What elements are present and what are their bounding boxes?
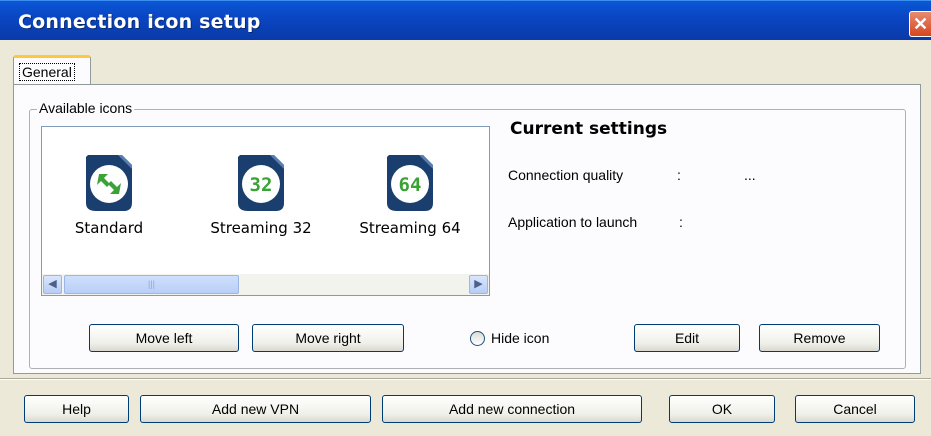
footer-separator <box>0 378 931 380</box>
icon-label: Standard <box>74 219 144 237</box>
window-title: Connection icon setup <box>18 11 261 33</box>
horizontal-scrollbar[interactable]: ◀ ||| ▶ <box>42 274 489 295</box>
icon-label: Streaming 64 <box>359 219 461 237</box>
application-to-launch-label: Application to launch <box>508 214 638 230</box>
connection-quality-colon: : <box>677 167 681 183</box>
move-right-button[interactable]: Move right <box>252 324 404 352</box>
ok-button[interactable]: OK <box>669 395 775 423</box>
connection-quality-value: ... <box>744 167 756 183</box>
application-to-launch-colon: : <box>679 214 683 230</box>
hide-icon-radio[interactable] <box>470 331 485 346</box>
chevron-right-icon: ▶ <box>474 278 483 290</box>
icon-label: Streaming 32 <box>210 219 312 237</box>
icon-item-streaming-32[interactable]: 32 Streaming 32 <box>202 153 320 237</box>
icon-item-standard[interactable]: Standard <box>64 153 154 237</box>
scroll-right-button[interactable]: ▶ <box>469 275 488 294</box>
cancel-button[interactable]: Cancel <box>795 395 915 423</box>
streaming-32-icon: 32 <box>236 153 286 213</box>
icons-list[interactable]: Standard 32 Streaming 32 64 Streaming 64… <box>41 126 490 296</box>
close-icon: ✕ <box>912 14 929 34</box>
remove-button[interactable]: Remove <box>759 324 880 352</box>
edit-button[interactable]: Edit <box>634 324 740 352</box>
available-icons-label: Available icons <box>37 100 135 116</box>
double-arrow-icon <box>84 153 134 213</box>
current-settings-title: Current settings <box>510 119 668 139</box>
close-button[interactable]: ✕ <box>909 11 931 37</box>
move-left-button[interactable]: Move left <box>89 324 239 352</box>
help-button[interactable]: Help <box>24 395 129 423</box>
icon-item-streaming-64[interactable]: 64 Streaming 64 <box>350 153 470 237</box>
grip-icon: ||| <box>147 279 155 289</box>
chevron-left-icon: ◀ <box>48 278 57 290</box>
tab-general-label: General <box>19 63 75 81</box>
tab-general[interactable]: General <box>13 55 91 85</box>
add-new-vpn-button[interactable]: Add new VPN <box>140 395 371 423</box>
connection-quality-label: Connection quality <box>508 167 624 183</box>
hide-icon-label[interactable]: Hide icon <box>491 330 549 346</box>
scroll-left-button[interactable]: ◀ <box>43 275 62 294</box>
badge-32: 32 <box>250 174 273 196</box>
streaming-64-icon: 64 <box>385 153 435 213</box>
badge-64: 64 <box>399 174 422 196</box>
scrollbar-thumb[interactable]: ||| <box>64 275 239 294</box>
add-new-connection-button[interactable]: Add new connection <box>382 395 642 423</box>
title-bar[interactable]: Connection icon setup ✕ <box>0 0 931 40</box>
